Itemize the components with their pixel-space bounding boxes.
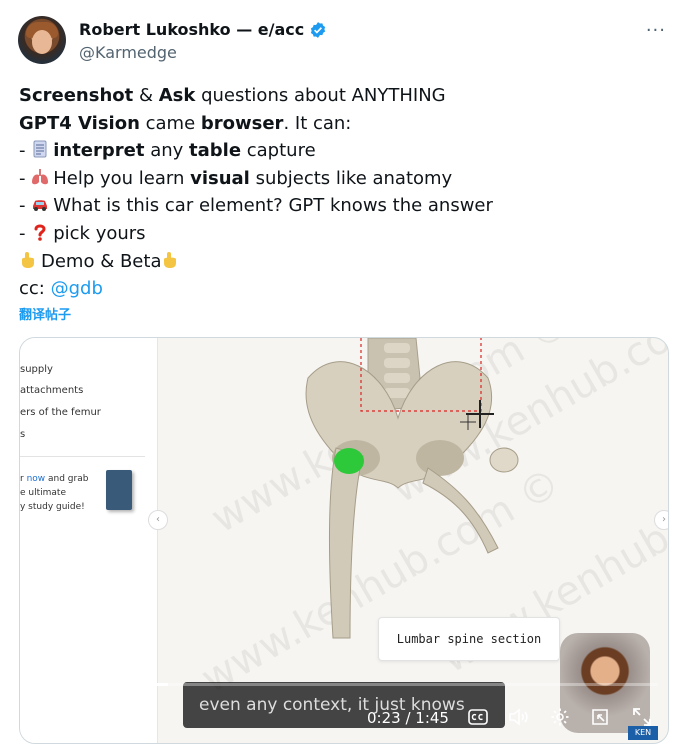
tweet-text-span: - xyxy=(19,195,32,217)
author-avatar[interactable] xyxy=(18,16,66,64)
page-facing-up-icon xyxy=(31,139,49,158)
promo-text: y study guide! xyxy=(20,502,85,512)
tweet-text-span: capture xyxy=(241,140,316,162)
structure-caption: Lumbar spine section xyxy=(378,617,560,661)
author-name-row[interactable]: Robert Lukoshko — e/acc xyxy=(79,20,327,39)
promo-text: e ultimate xyxy=(20,488,66,498)
tweet-text-span: questions about ANYTHING xyxy=(195,85,446,106)
pointing-down-icon xyxy=(19,250,37,268)
pointing-down-icon xyxy=(161,250,179,268)
tweet-text-span: Screenshot xyxy=(19,85,134,106)
tweet-text-span: interpret xyxy=(53,140,145,162)
car-icon xyxy=(31,194,49,212)
mention-link[interactable]: @gdb xyxy=(51,278,103,299)
verified-badge-icon xyxy=(311,21,326,38)
question-mark-icon xyxy=(31,222,49,241)
sidebar-divider xyxy=(20,456,145,457)
tweet-text-span: & xyxy=(133,85,159,106)
tweet-text-span: Demo & Beta xyxy=(41,250,162,272)
tweet-line: - pick yours xyxy=(19,220,493,248)
volume-icon[interactable] xyxy=(508,707,530,727)
video-time: 0:23 / 1:45 xyxy=(367,709,449,727)
tweet-line: - Help you learn visual subjects like an… xyxy=(19,165,493,193)
tweet-text-span: What is this car element? GPT knows the … xyxy=(53,195,493,217)
author-name[interactable]: Robert Lukoshko — e/acc xyxy=(79,20,304,39)
tweet-text-span: visual xyxy=(190,167,250,189)
tweet-line: - What is this car element? GPT knows th… xyxy=(19,192,493,220)
closed-captions-icon[interactable] xyxy=(468,709,488,725)
tweet-text-span: subjects like anatomy xyxy=(249,167,453,189)
tweet-text-span: . It can: xyxy=(283,112,352,134)
video-player[interactable]: supply attachments ers of the femur s r … xyxy=(19,337,669,744)
tweet-line: GPT4 Vision came browser. It can: xyxy=(19,110,493,138)
lungs-icon xyxy=(31,167,49,185)
tweet-text-span: - xyxy=(19,140,32,162)
tweet-text-span: GPT4 Vision xyxy=(19,112,140,134)
highlighted-muscle xyxy=(334,448,364,474)
tweet-text: Screenshot & Ask questions about ANYTHIN… xyxy=(19,82,493,303)
tweet-line: Screenshot & Ask questions about ANYTHIN… xyxy=(19,82,493,110)
tweet-text-span: Help you learn xyxy=(53,167,191,189)
promo-link[interactable]: now xyxy=(27,474,46,484)
settings-gear-icon[interactable] xyxy=(550,707,570,727)
video-controls: 0:23 / 1:45 xyxy=(20,693,668,743)
sidebar-item[interactable]: attachments xyxy=(20,385,83,396)
video-progress-fill xyxy=(30,683,169,686)
picture-in-picture-icon[interactable] xyxy=(590,707,610,727)
author-handle[interactable]: @Karmedge xyxy=(79,43,177,62)
play-icon[interactable] xyxy=(36,707,54,727)
tweet-text-span: - xyxy=(19,167,32,189)
promo-text: and grab xyxy=(45,474,89,484)
more-options-icon[interactable]: ··· xyxy=(646,20,666,41)
tweet-text-span: pick yours xyxy=(53,222,146,244)
carousel-next-icon[interactable]: › xyxy=(654,510,668,530)
tweet-line: cc: @gdb xyxy=(19,275,493,303)
tweet-text-span: table xyxy=(189,140,242,162)
study-guide-book-image xyxy=(106,470,132,510)
tweet-line: - interpret any table capture xyxy=(19,137,493,165)
tweet-text-span: came xyxy=(139,112,201,134)
translate-post-link[interactable]: 翻译帖子 xyxy=(19,304,71,323)
study-guide-promo: r now and grab e ultimate y study guide! xyxy=(20,472,100,514)
sidebar-item[interactable]: s xyxy=(20,429,25,440)
video-progress-bar[interactable] xyxy=(30,683,658,686)
tweet-text-span: - xyxy=(19,222,32,244)
tweet-text-span: Ask xyxy=(158,85,196,106)
tweet-text-span: browser xyxy=(200,112,284,134)
sidebar-item[interactable]: supply xyxy=(20,364,53,375)
fullscreen-icon[interactable] xyxy=(632,707,652,727)
tweet-text-span: any xyxy=(144,140,190,162)
tweet-line: Demo & Beta xyxy=(19,248,493,276)
tweet-text-span: cc: xyxy=(19,278,51,300)
sidebar-item[interactable]: ers of the femur xyxy=(20,407,101,418)
